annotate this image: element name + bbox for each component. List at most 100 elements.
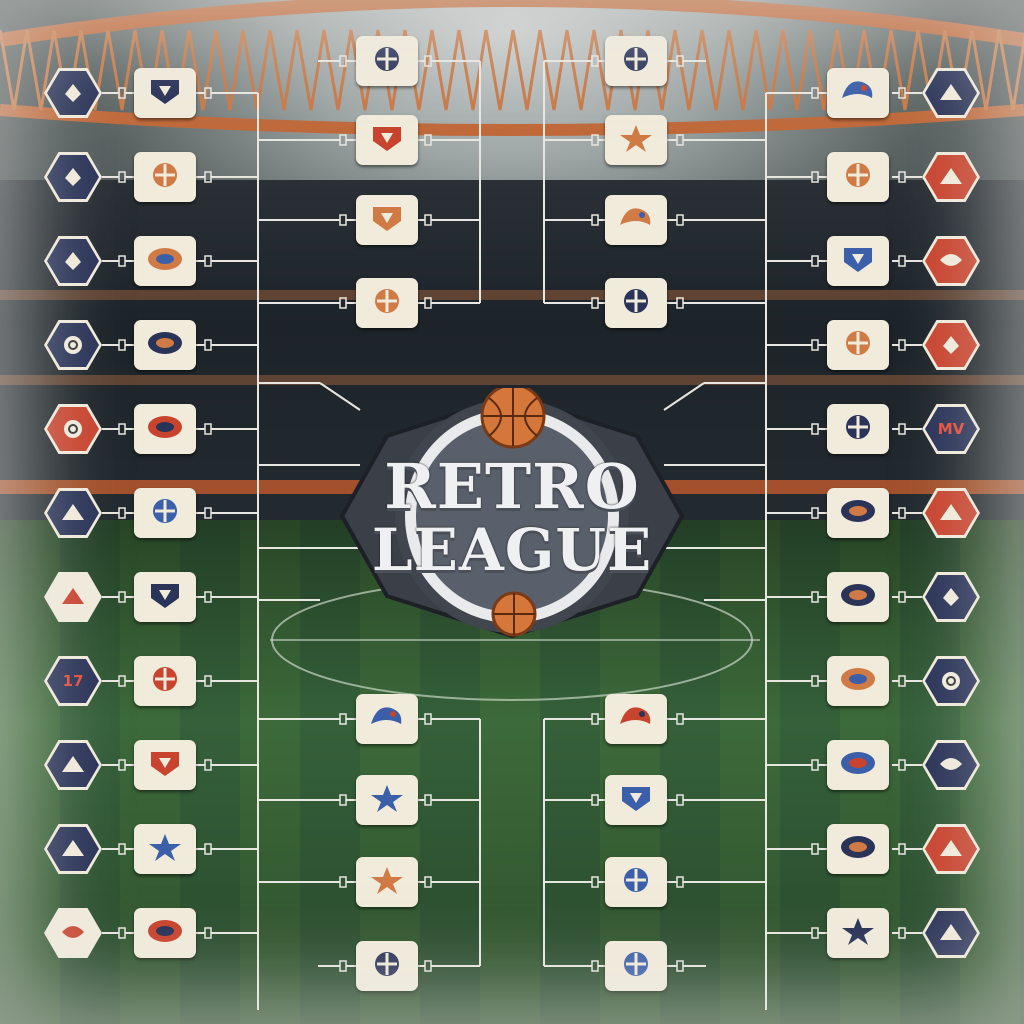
left-round1-team[interactable] [134,740,196,790]
left-round1-team[interactable] [134,488,196,538]
bracket-connector [204,507,212,519]
bracket-connector [898,423,906,435]
bull-horn-logo-icon [616,949,656,983]
mask-logo-icon [145,748,185,782]
left-round2-team[interactable] [356,278,418,328]
letters-logo-icon: MV [925,407,977,451]
mustang-logo-icon [838,748,878,782]
left-round1-team[interactable] [134,656,196,706]
cap-logo-icon [367,123,407,157]
right-round1-team[interactable] [827,236,889,286]
left-round2-team[interactable] [356,694,418,744]
bracket-connector [339,214,347,226]
right-round1-team[interactable] [827,908,889,958]
right-round2-team[interactable] [605,36,667,86]
left-round1-team[interactable] [134,908,196,958]
bracket-connector [811,255,819,267]
right-round2-team[interactable] [605,195,667,245]
right-round2-team[interactable] [605,115,667,165]
hex-logo-icon [925,239,977,283]
badge-logo-icon [925,911,977,955]
right-round2-team[interactable] [605,857,667,907]
left-round2-team[interactable] [356,775,418,825]
trident-logo-icon [47,407,99,451]
right-round1-team[interactable] [827,152,889,202]
right-round1-team[interactable] [827,740,889,790]
right-round1-team[interactable] [827,404,889,454]
claw-logo-icon [616,783,656,817]
bracket-connector [118,87,126,99]
left-round1-team[interactable] [134,152,196,202]
left-round1-team[interactable] [134,824,196,874]
left-round2-team[interactable] [356,857,418,907]
bracket-connector [118,591,126,603]
star-logo-icon [145,244,185,278]
right-round2-team[interactable] [605,775,667,825]
eye-logo-icon [925,827,977,871]
rectangle-wordmark-logo-icon [616,44,656,78]
eagle-logo-icon [145,160,185,194]
bracket-connector [898,843,906,855]
left-round2-team[interactable] [356,115,418,165]
arrow-logo-icon [925,71,977,115]
bracket-connector [811,87,819,99]
bracket-connector [204,843,212,855]
bracket-connector [591,876,599,888]
bracket-connector [591,960,599,972]
bracket-connector [339,55,347,67]
badge-logo-icon [47,743,99,787]
knight-logo-icon [616,286,656,320]
bracket-connector [339,713,347,725]
bracket-connector [811,927,819,939]
helmet-logo-icon [367,702,407,736]
right-round1-team[interactable] [827,488,889,538]
bracket-connector [676,713,684,725]
left-round2-team[interactable] [356,36,418,86]
bracket-connector [118,171,126,183]
bracket-poster: 17 MV RETRO LEAGUE [0,0,1024,1024]
bracket-connector [339,297,347,309]
oval-wordmark-logo-icon [367,286,407,320]
logo-line-1: RETRO [384,450,640,523]
left-round2-team[interactable] [356,195,418,245]
bracket-connector [339,134,347,146]
bracket-connector [898,759,906,771]
left-round1-team[interactable] [134,320,196,370]
script-logo-icon [47,911,99,955]
cloud-logo-icon [616,865,656,899]
right-round1-team[interactable] [827,320,889,370]
shield-logo-icon [145,76,185,110]
right-round1-team[interactable] [827,656,889,706]
right-round2-team[interactable] [605,694,667,744]
bracket-connector [424,214,432,226]
bracket-connector [424,134,432,146]
left-round1-team[interactable] [134,68,196,118]
helmet-logo-icon [838,76,878,110]
bracket-connector [204,171,212,183]
right-round1-team[interactable] [827,68,889,118]
crest-logo-icon [367,949,407,983]
bracket-connector [811,507,819,519]
bracket-connector [204,591,212,603]
star-logo-icon [838,664,878,698]
right-round1-team[interactable] [827,824,889,874]
left-round2-team[interactable] [356,941,418,991]
right-round2-team[interactable] [605,941,667,991]
bracket-connector [898,339,906,351]
left-round1-team[interactable] [134,404,196,454]
right-round1-team[interactable] [827,572,889,622]
bracket-connector [118,339,126,351]
bracket-connector [811,171,819,183]
right-round2-team[interactable] [605,278,667,328]
bracket-connector [676,876,684,888]
bracket-connector [339,876,347,888]
bracket-connector [676,960,684,972]
left-round1-team[interactable] [134,572,196,622]
bracket-connector [676,134,684,146]
wing-logo-icon [838,496,878,530]
bracket-connector [118,759,126,771]
bracket-connector [676,214,684,226]
retro-league-logo: RETRO LEAGUE [337,388,687,644]
bracket-connector [118,927,126,939]
left-round1-team[interactable] [134,236,196,286]
